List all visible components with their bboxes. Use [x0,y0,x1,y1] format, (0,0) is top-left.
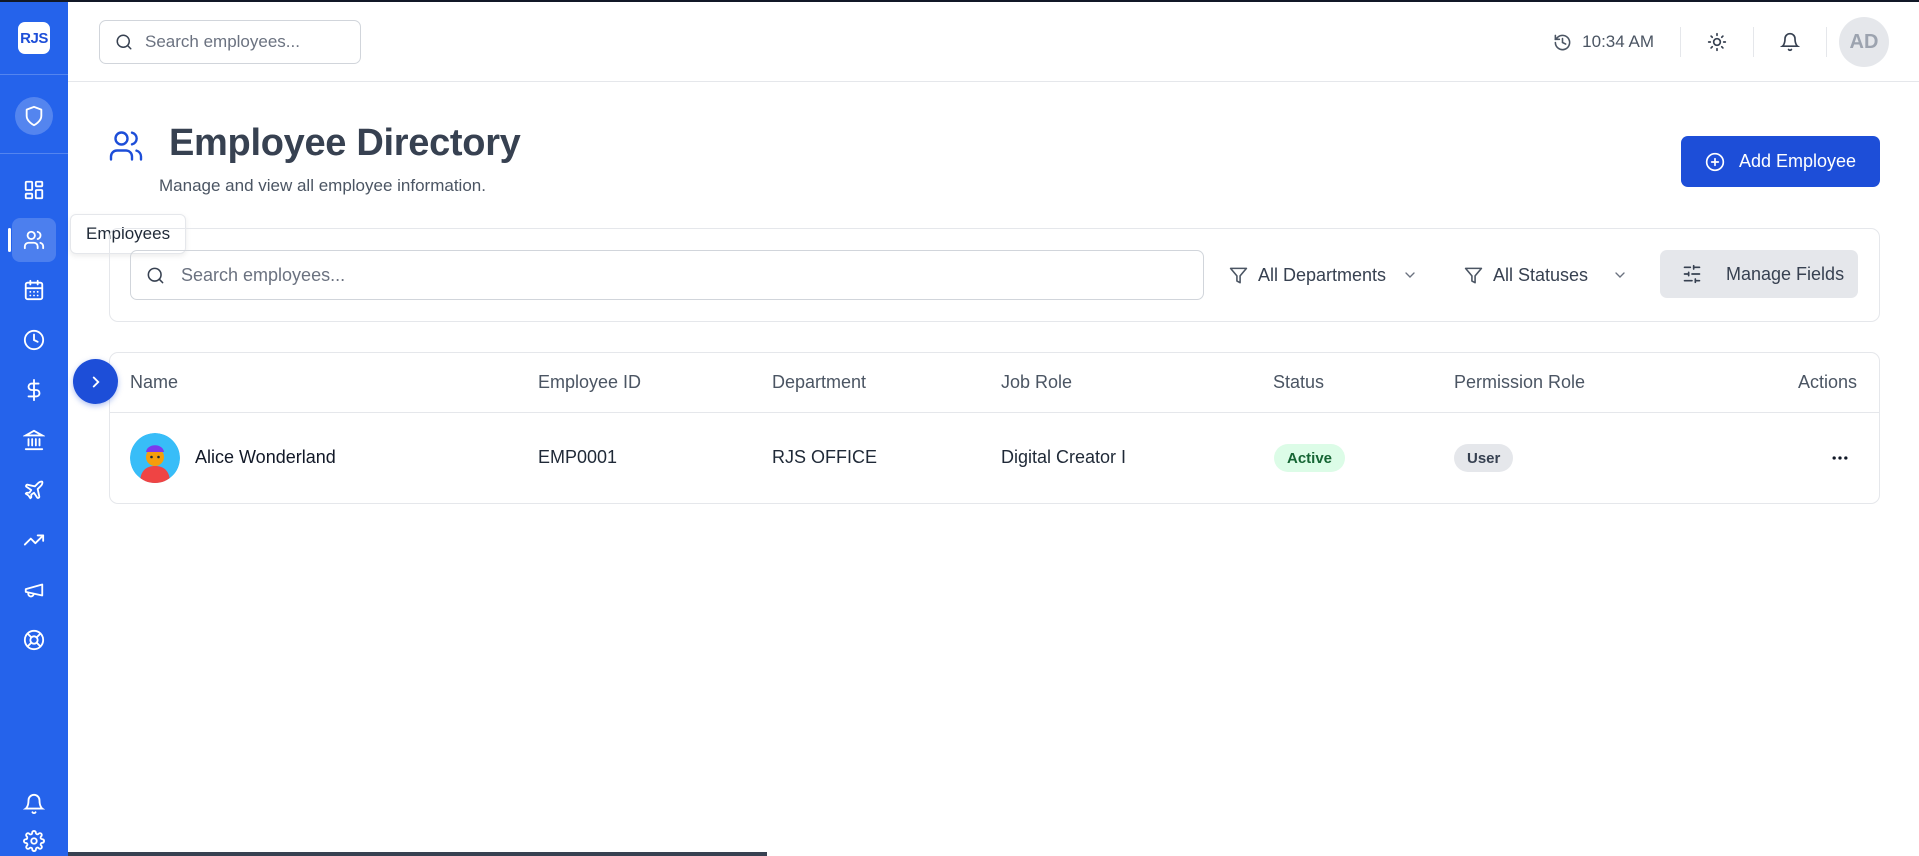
top-bar-actions: 10:34 AM AD [1553,2,1889,82]
chevron-down-icon [1615,272,1625,278]
employee-search[interactable] [130,250,1204,300]
bank-icon [23,429,45,451]
calendar-icon [24,279,44,301]
megaphone-icon [24,583,44,598]
sidebar-item-announcements[interactable] [12,568,56,612]
manage-fields-label: Manage Fields [1726,263,1845,284]
divider [1826,27,1827,57]
sidebar-item-performance[interactable] [12,518,56,562]
column-header-name[interactable]: Name [130,372,178,393]
plus-circle-icon [1705,152,1725,171]
filter-icon [1464,267,1483,283]
sidebar-item-notifications[interactable] [12,782,56,826]
employee-department: RJS OFFICE [772,447,878,467]
chevron-down-icon [1405,272,1415,278]
sidebar-item-bank[interactable] [12,418,56,462]
app-logo[interactable]: RJS [18,22,50,54]
department-filter[interactable]: All Departments [1229,250,1418,300]
shield-button[interactable] [15,97,53,135]
add-employee-label: Add Employee [1738,151,1857,171]
employee-table: Name Employee ID Department Job Role Sta… [109,352,1880,504]
sidebar-nav [8,168,56,668]
trending-up-icon [23,534,45,546]
sidebar-divider [0,74,68,75]
sidebar-item-calendar[interactable] [12,268,56,312]
clock-icon [23,329,45,351]
sidebar-item-dashboard[interactable] [12,168,56,212]
current-time: 10:34 AM [1582,32,1654,51]
bell-icon [1780,32,1800,52]
table-header: Name Employee ID Department Job Role Sta… [110,353,1879,413]
more-horizontal-icon [1832,456,1848,460]
column-header-employee-id[interactable]: Employee ID [538,372,641,393]
permission-role-badge: User [1454,444,1514,472]
sidebar-item-employees[interactable] [8,218,56,262]
page-title: Employee Directory [169,122,521,164]
sidebar-bottom [12,782,56,856]
global-search[interactable] [99,19,361,64]
sidebar-item-payroll[interactable] [12,368,56,412]
page-subtitle: Manage and view all employee information… [159,176,486,195]
status-filter-value: All Statuses [1493,264,1589,285]
column-header-actions: Actions [1798,372,1858,392]
sidebar: RJS [0,2,68,856]
clock-display: 10:34 AM [1553,32,1654,52]
shield-icon [25,105,43,127]
employee-avatar [130,433,180,483]
sidebar-item-time[interactable] [12,318,56,362]
chevron-right-icon [92,376,100,387]
filter-bar: All Departments All Statuses Manage Fiel… [109,228,1880,322]
sliders-icon [1683,264,1701,284]
dashboard-icon [24,180,44,200]
row-actions-button[interactable] [1830,448,1850,468]
bell-icon [23,794,45,815]
history-icon [1554,34,1571,50]
divider [1680,27,1681,57]
filter-icon [1229,267,1248,283]
search-icon [116,34,132,49]
status-filter[interactable]: All Statuses [1464,250,1628,300]
search-icon [147,267,164,283]
status-badge: Active [1274,444,1346,472]
lifebuoy-icon [23,629,45,651]
manage-fields-button[interactable]: Manage Fields [1660,250,1858,298]
column-header-job-role[interactable]: Job Role [1001,372,1072,393]
users-icon [23,230,45,250]
gear-icon [23,830,45,852]
dollar-icon [27,379,41,401]
notifications-button[interactable] [1780,32,1800,52]
table-row[interactable]: Alice Wonderland EMP0001 RJS OFFICE Digi… [110,413,1879,503]
horizontal-scrollbar[interactable] [68,852,767,856]
employee-search-input[interactable] [181,264,1161,286]
employee-job-role: Digital Creator I [1001,447,1127,467]
top-bar: 10:34 AM AD [68,2,1919,82]
global-search-input[interactable] [145,31,345,52]
sidebar-divider [0,153,68,154]
column-header-permission-role[interactable]: Permission Role [1454,372,1585,393]
divider [1753,27,1754,57]
expand-sidebar-button[interactable] [73,359,118,404]
department-filter-value: All Departments [1258,264,1387,285]
employee-name[interactable]: Alice Wonderland [195,447,336,468]
column-header-status[interactable]: Status [1273,372,1324,393]
theme-toggle-button[interactable] [1707,32,1727,52]
sidebar-item-travel[interactable] [12,468,56,512]
sidebar-item-support[interactable] [12,618,56,662]
users-icon [108,128,144,164]
column-header-department[interactable]: Department [772,372,866,393]
user-avatar[interactable]: AD [1839,17,1889,67]
sun-icon [1707,32,1727,52]
plane-icon [24,480,44,500]
sidebar-item-settings[interactable] [12,830,56,854]
employee-id: EMP0001 [538,447,618,467]
add-employee-button[interactable]: Add Employee [1681,136,1880,187]
